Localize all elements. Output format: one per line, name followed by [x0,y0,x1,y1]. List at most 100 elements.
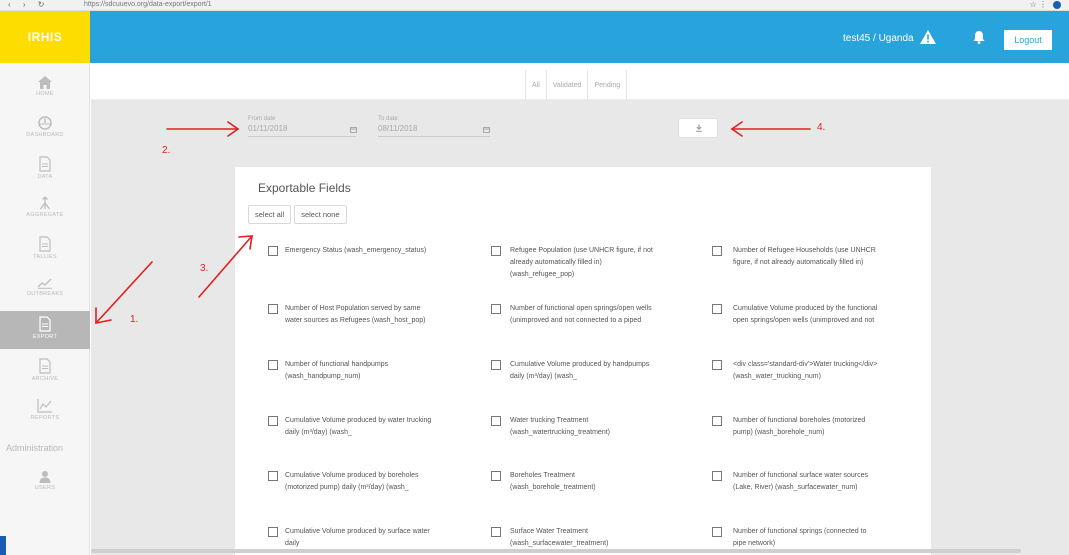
user-icon [39,471,51,483]
sidebar-item-home[interactable]: HOME [0,71,90,109]
download-button[interactable] [678,118,718,138]
field-checkbox[interactable] [712,416,722,426]
field-checkbox[interactable] [268,304,278,314]
sidebar-item-users[interactable]: USERS [0,465,90,503]
from-date-input[interactable]: 01/11/2018 [248,124,356,133]
exportable-fields-card: Exportable Fields select all select none… [235,167,931,555]
logout-button[interactable]: Logout [1004,30,1052,50]
browser-url[interactable]: https://sdcuuevo.org/data-export/export/… [84,0,212,9]
profile-icon[interactable] [1053,0,1061,9]
field-label: Cumulative Volume produced by the functi… [733,305,878,324]
field-checkbox[interactable] [712,471,722,481]
sidebar-item-label: REPORTS [30,415,60,421]
select-all-button[interactable]: select all [248,205,292,224]
to-date-underline [378,136,490,137]
left-edge-strip [0,536,6,555]
field-label: Number of functional open springs/open w… [510,305,652,324]
from-date-underline [248,136,356,137]
to-date-input[interactable]: 08/11/2018 [378,124,490,133]
field-label: Cumulative Volume produced by handpumps … [510,361,650,380]
archive-icon [39,358,51,374]
field-checkbox[interactable] [712,246,722,256]
field-checkbox[interactable] [268,416,278,426]
to-date-field[interactable]: To date 08/11/2018 [378,116,490,137]
field-label: Number of functional boreholes (motorize… [733,417,866,436]
browser-right-icons[interactable]: ☆ ⋮ [1030,0,1061,9]
sidebar-item-label: EXPORT [32,334,58,340]
sidebar-item-outbreaks[interactable]: OUTBREAKS [0,271,90,309]
field-checkbox[interactable] [491,246,501,256]
user-context[interactable]: test45 / Uganda [843,33,914,44]
horizontal-scrollbar[interactable] [91,549,1021,553]
field-label: Refugee Population (use UNHCR figure, if… [510,247,653,278]
sidebar-item-archive[interactable]: ARCHIVE [0,353,90,391]
calendar-icon[interactable] [483,126,490,133]
chart-icon [37,278,52,289]
field-label: Cumulative Volume produced by water truc… [285,417,432,436]
field-label: Water trucking Treatment (wash_watertruc… [510,417,610,436]
sidebar-item-data[interactable]: DATA [0,151,90,189]
sidebar-item-label: USERS [34,485,56,491]
filter-tabs: All Validated Pending [525,70,628,100]
field-checkbox[interactable] [491,471,501,481]
sidebar-item-label: DATA [37,174,53,180]
browser-menu-icons[interactable]: ☆ ⋮ [1030,0,1047,9]
field-checkbox[interactable] [491,416,501,426]
from-date-label: From date [248,116,276,122]
selection-buttons: select all select none [248,205,347,224]
sidebar-item-label: AGGREGATE [26,212,64,218]
card-title: Exportable Fields [258,181,351,195]
sidebar-section-administration: Administration [6,443,64,453]
document-icon [39,156,51,172]
annotation-label-1: 1. [130,314,139,325]
sidebar-item-export[interactable]: EXPORT [0,311,90,349]
tab-pending[interactable]: Pending [588,70,628,100]
tab-all[interactable]: All [526,70,547,100]
brand-logo[interactable]: IRHIS [0,11,90,63]
sidebar-item-aggregate[interactable]: AGGREGATE [0,191,90,229]
warning-icon[interactable] [920,30,936,44]
field-label: <div class='standard-div'>Water trucking… [733,361,878,380]
tab-validated[interactable]: Validated [547,70,589,100]
sidebar-item-label: ARCHIVE [31,376,59,382]
aggregate-icon [39,196,51,210]
field-checkbox[interactable] [268,246,278,256]
field-label: Number of Host Population served by same… [285,305,426,324]
field-label: Emergency Status (wash_emergency_status) [285,247,427,254]
field-checkbox[interactable] [268,471,278,481]
sidebar-item-reports[interactable]: REPORTS [0,393,90,431]
browser-nav-icons[interactable]: ‹ › ↻ [8,0,49,9]
sidebar-item-label: TALLIES [33,254,57,260]
field-label: Cumulative Volume produced by boreholes … [285,472,419,491]
reports-icon [37,399,52,413]
from-date-field[interactable]: From date 01/11/2018 [248,116,356,137]
download-icon [696,124,702,132]
sidebar: HOME DASHBOARD DATA AGGREGATE TALLIES OU… [0,63,90,555]
field-checkbox[interactable] [712,304,722,314]
bell-icon[interactable] [972,30,986,44]
field-checkbox[interactable] [491,360,501,370]
app-window: ‹ › ↻ https://sdcuuevo.org/data-export/e… [0,0,1069,555]
field-checkbox[interactable] [712,527,722,537]
annotation-label-4: 4. [817,122,826,133]
annotation-label-3: 3. [200,263,209,274]
document-icon [39,236,51,252]
sidebar-item-tallies[interactable]: TALLIES [0,231,90,269]
field-checkbox[interactable] [712,360,722,370]
field-label: Number of functional handpumps (wash_han… [285,361,389,380]
field-checkbox[interactable] [268,360,278,370]
to-date-label: To date [378,116,398,122]
field-label: Boreholes Treatment (wash_borehole_treat… [510,472,596,491]
annotation-label-2: 2. [162,145,171,156]
dashboard-icon [38,116,52,130]
export-icon [39,316,51,332]
field-label: Number of Refugee Households (use UNHCR … [733,247,876,266]
sidebar-item-dashboard[interactable]: DASHBOARD [0,111,90,149]
browser-chrome: ‹ › ↻ https://sdcuuevo.org/data-export/e… [0,0,1069,11]
field-checkbox[interactable] [491,527,501,537]
field-checkbox[interactable] [268,527,278,537]
calendar-icon[interactable] [350,126,357,133]
sidebar-item-label: DASHBOARD [26,132,64,138]
field-checkbox[interactable] [491,304,501,314]
select-none-button[interactable]: select none [294,205,347,224]
